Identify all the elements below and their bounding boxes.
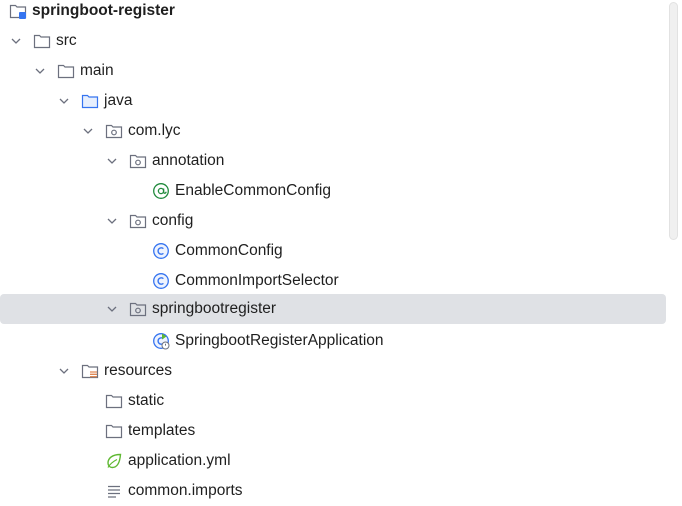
chevron-down-icon[interactable] [105, 302, 119, 316]
tree-label-springboot-register-application: SpringbootRegisterApplication [175, 332, 384, 349]
tree-label-com-lyc: com.lyc [128, 122, 181, 139]
folder-icon [105, 422, 123, 440]
package-icon [129, 212, 147, 230]
package-icon [129, 152, 147, 170]
tree-label-src: src [56, 32, 77, 49]
tree-row-static[interactable]: static [0, 386, 666, 416]
chevron-down-icon[interactable] [81, 124, 95, 138]
package-icon [129, 300, 147, 318]
tree-label-annotation: annotation [152, 152, 225, 169]
tree-label-enable-common-config: EnableCommonConfig [175, 182, 331, 199]
tree-row-common-import-selector[interactable]: CommonImportSelector [0, 266, 666, 296]
folder-icon [33, 32, 51, 50]
spring-config-icon [105, 452, 123, 470]
tree-row-java[interactable]: java [0, 86, 666, 116]
tree-label-common-imports: common.imports [128, 482, 243, 499]
tree-label-java: java [104, 92, 133, 109]
tree-row-project[interactable]: springboot-register [0, 0, 666, 26]
source-root-folder-icon [81, 92, 99, 110]
chevron-down-icon[interactable] [9, 34, 23, 48]
tree-label-templates: templates [128, 422, 196, 439]
module-folder-icon [9, 2, 27, 20]
class-icon [152, 242, 170, 260]
tree-row-common-imports[interactable]: common.imports [0, 476, 666, 506]
tree-row-main[interactable]: main [0, 56, 666, 86]
tree-row-springbootregister[interactable]: springbootregister [0, 294, 666, 324]
tree-row-annotation[interactable]: annotation [0, 146, 666, 176]
tree-label-application-yml: application.yml [128, 452, 231, 469]
folder-icon [105, 392, 123, 410]
tree-row-src[interactable]: src [0, 26, 666, 56]
tree-label-resources: resources [104, 362, 173, 379]
tree-row-config[interactable]: config [0, 206, 666, 236]
tree-row-resources[interactable]: resources [0, 356, 666, 386]
tree-row-com-lyc[interactable]: com.lyc [0, 116, 666, 146]
annotation-icon [152, 182, 170, 200]
chevron-down-icon[interactable] [57, 364, 71, 378]
tree-row-application-yml[interactable]: application.yml [0, 446, 666, 476]
tree-label-main: main [80, 62, 114, 79]
tree-row-templates[interactable]: templates [0, 416, 666, 446]
chevron-down-icon[interactable] [33, 64, 47, 78]
spring-boot-class-icon [152, 332, 170, 350]
chevron-down-icon[interactable] [105, 214, 119, 228]
text-file-icon [105, 482, 123, 500]
tree-label-static: static [128, 392, 165, 409]
class-icon [152, 272, 170, 290]
project-tree: springboot-register src main java com.ly… [0, 0, 666, 504]
chevron-down-icon[interactable] [105, 154, 119, 168]
tree-label-springbootregister: springbootregister [152, 300, 277, 317]
chevron-down-icon[interactable] [57, 94, 71, 108]
tree-label-project: springboot-register [32, 2, 175, 19]
tree-label-config: config [152, 212, 194, 229]
tree-row-common-config[interactable]: CommonConfig [0, 236, 666, 266]
tree-label-common-config: CommonConfig [175, 242, 283, 259]
scrollbar-thumb[interactable] [669, 2, 678, 240]
tree-label-common-import-selector: CommonImportSelector [175, 272, 339, 289]
folder-icon [57, 62, 75, 80]
tree-row-springboot-register-application[interactable]: SpringbootRegisterApplication [0, 326, 666, 356]
tree-row-enable-common-config[interactable]: EnableCommonConfig [0, 176, 666, 206]
package-icon [105, 122, 123, 140]
resources-root-folder-icon [81, 362, 99, 380]
